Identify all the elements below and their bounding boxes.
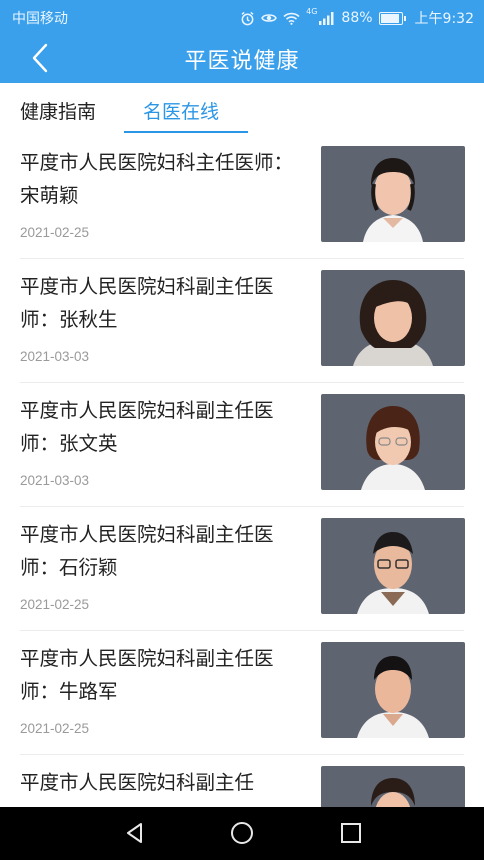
battery-icon (378, 11, 406, 25)
alarm-icon (241, 11, 254, 25)
home-icon[interactable] (230, 821, 254, 845)
nav-bar: 平医说健康 (0, 33, 484, 83)
system-nav-bar (0, 807, 484, 860)
eye-icon (261, 14, 277, 22)
network-type-label: 4G (306, 7, 318, 16)
doctor-photo (321, 146, 465, 242)
article-date: 2021-02-25 (20, 721, 90, 736)
clock-label: 上午9:32 (414, 11, 474, 27)
list-item[interactable]: 平度市人民医院妇科副主任医师：牛路军 2021-02-25 (0, 631, 484, 755)
carrier-label: 中国移动 (12, 11, 68, 27)
doctor-photo (321, 394, 465, 490)
doctor-photo (321, 642, 465, 738)
doctor-photo (321, 766, 465, 807)
wifi-icon (283, 12, 300, 25)
article-date: 2021-03-03 (20, 349, 90, 364)
article-title: 平度市人民医院妇科副主任医师：张秋生 (20, 275, 274, 331)
article-title: 平度市人民医院妇科副主任医师：石衍颖 (20, 523, 274, 579)
tab-famous-doctors[interactable]: 名医在线 (143, 97, 219, 124)
article-date: 2021-02-25 (20, 597, 90, 612)
article-date: 2021-03-03 (20, 473, 90, 488)
back-icon[interactable] (123, 821, 147, 845)
page-title: 平医说健康 (184, 49, 300, 74)
article-list[interactable]: 平度市人民医院妇科主任医师：宋萌颖 2021-02-25 平度市人民医院妇科副主… (0, 135, 484, 807)
app-header: 中国移动 4G 88% 上午9:32 平医说健康 (0, 0, 484, 83)
list-item[interactable]: 平度市人民医院妇科副主任医师：张秋生 2021-03-03 (0, 259, 484, 383)
list-item[interactable]: 平度市人民医院妇科副主任医师：石衍颖 2021-02-25 (0, 507, 484, 631)
article-title: 平度市人民医院妇科主任医师：宋萌颖 (20, 151, 294, 207)
article-date: 2021-02-25 (20, 225, 90, 240)
article-title: 平度市人民医院妇科副主任医师：牛路军 (20, 647, 274, 703)
active-tab-indicator (124, 131, 248, 133)
doctor-photo (321, 518, 465, 614)
status-icons: 4G 88% 上午9:32 (240, 7, 474, 28)
signal-icon (319, 11, 334, 25)
battery-percent: 88% (341, 10, 373, 26)
article-title: 平度市人民医院妇科副主任医师：张文英 (20, 399, 274, 455)
list-item[interactable]: 平度市人民医院妇科主任医师：宋萌颖 2021-02-25 (0, 135, 484, 259)
tab-bar: 健康指南 名医在线 (0, 83, 484, 135)
recents-icon[interactable] (339, 821, 363, 845)
article-title: 平度市人民医院妇科副主任 (20, 771, 255, 794)
list-item[interactable]: 平度市人民医院妇科副主任医师：张文英 2021-03-03 (0, 383, 484, 507)
status-bar: 中国移动 4G 88% 上午9:32 (0, 0, 484, 33)
tab-health-guide[interactable]: 健康指南 (20, 97, 96, 124)
list-item[interactable]: 平度市人民医院妇科副主任 (0, 755, 484, 807)
doctor-photo (321, 270, 465, 366)
